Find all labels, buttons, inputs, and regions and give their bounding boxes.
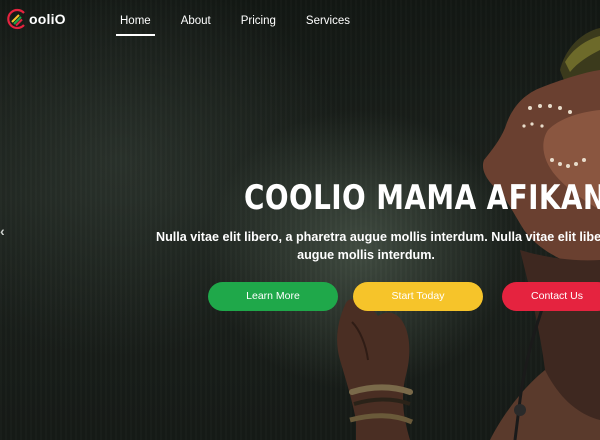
hero-subtitle-line-1: Nulla vitae elit libero, a pharetra augu… (156, 230, 600, 244)
nav-item-pricing[interactable]: Pricing (233, 0, 284, 40)
chevron-left-icon[interactable]: ‹ (0, 223, 10, 239)
top-navbar: ooliO Home About Pricing Services (0, 0, 600, 42)
nav-menu: Home About Pricing Services (112, 0, 358, 40)
nav-item-home[interactable]: Home (112, 0, 159, 40)
hero-subtitle: Nulla vitae elit libero, a pharetra augu… (154, 228, 600, 264)
start-today-button[interactable]: Start Today (353, 282, 483, 311)
coolio-logo-icon (7, 8, 25, 30)
learn-more-button[interactable]: Learn More (208, 282, 338, 311)
hero-subtitle-line-2: augue mollis interdum. (297, 248, 435, 262)
brand-name: ooliO (29, 11, 66, 27)
brand-logo[interactable]: ooliO (6, 8, 66, 30)
nav-item-services[interactable]: Services (298, 0, 358, 40)
contact-us-button[interactable]: Contact Us (502, 282, 600, 311)
hero-headline: COOLIO MAMA AFIKANA (244, 178, 600, 218)
hero-section (0, 0, 600, 440)
nav-item-about[interactable]: About (173, 0, 219, 40)
hero-woman-image (337, 28, 600, 440)
